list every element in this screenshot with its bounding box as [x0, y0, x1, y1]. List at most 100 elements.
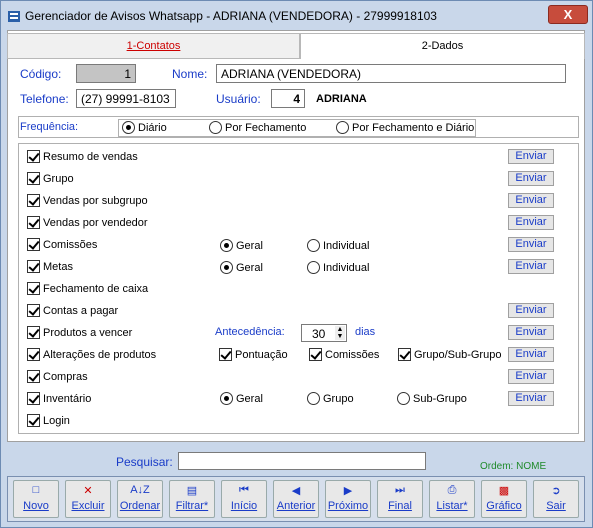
codigo-label: Código: [20, 67, 62, 81]
chk-resumo-vendas[interactable] [27, 150, 40, 163]
usuario-name: ADRIANA [316, 93, 367, 105]
chk-pontuacao[interactable] [219, 348, 232, 361]
spin-down-icon[interactable]: ▼ [335, 333, 345, 340]
chk-grupo-subgrupo[interactable] [398, 348, 411, 361]
enviar-compras-button[interactable]: Enviar [508, 369, 554, 384]
excluir-button[interactable]: ✕ Excluir [65, 480, 111, 518]
listar-button[interactable]: ⎙ Listar* [429, 480, 475, 518]
previous-icon: ◀ [291, 485, 301, 497]
nome-field[interactable]: ADRIANA (VENDEDORA) [216, 64, 566, 83]
enviar-subgrupo-button[interactable]: Enviar [508, 193, 554, 208]
inventario-label: Inventário [43, 393, 92, 405]
grupo-subgrupo-label: Grupo/Sub-Grupo [414, 349, 502, 361]
radio-metas-geral[interactable] [220, 261, 233, 274]
pontuacao-label: Pontuação [235, 349, 288, 361]
usuario-label: Usuário: [216, 92, 261, 106]
chk-login[interactable] [27, 414, 40, 427]
filter-icon: ▤ [186, 485, 198, 497]
final-button[interactable]: ⏭ Final [377, 480, 423, 518]
chk-compras[interactable] [27, 370, 40, 383]
radio-metas-individual[interactable] [307, 261, 320, 274]
proximo-button[interactable]: ▶ Próximo [325, 480, 371, 518]
enviar-resumo-button[interactable]: Enviar [508, 149, 554, 164]
radio-diario-label: Diário [138, 122, 167, 134]
radio-por-fechamento-label: Por Fechamento [225, 122, 307, 134]
telefone-label: Telefone: [20, 92, 69, 106]
exit-icon: ➲ [551, 485, 561, 497]
metas-geral-label: Geral [236, 262, 263, 274]
antecedencia-stepper[interactable]: 30 ▲ ▼ [301, 324, 347, 342]
anterior-button[interactable]: ◀ Anterior [273, 480, 319, 518]
spin-up-icon[interactable]: ▲ [335, 326, 345, 333]
grafico-button[interactable]: ▩ Gráfico [481, 480, 527, 518]
pesquisar-label: Pesquisar: [116, 455, 173, 469]
enviar-inventario-button[interactable]: Enviar [508, 391, 554, 406]
last-record-icon: ⏭ [395, 484, 405, 496]
compras-label: Compras [43, 371, 88, 383]
radio-por-fechamento[interactable] [209, 121, 222, 134]
radio-fechamento-diario[interactable] [336, 121, 349, 134]
codigo-field[interactable]: 1 [76, 64, 136, 83]
radio-comissoes-geral[interactable] [220, 239, 233, 252]
radio-inventario-subgrupo[interactable] [397, 392, 410, 405]
enviar-produtos-button[interactable]: Enviar [508, 325, 554, 340]
comissoes-label: Comissões [43, 239, 98, 251]
inventario-geral-label: Geral [236, 393, 263, 405]
metas-label: Metas [43, 261, 73, 273]
ordem-label: Ordem: NOME [480, 461, 547, 472]
chk-vendas-grupo[interactable] [27, 172, 40, 185]
radio-inventario-grupo[interactable] [307, 392, 320, 405]
novo-button[interactable]: □ Novo [13, 480, 59, 518]
nome-label: Nome: [172, 67, 208, 81]
chk-fechamento-caixa[interactable] [27, 282, 40, 295]
frequencia-label: Frequência: [20, 121, 79, 133]
chk-vendas-vendedor[interactable] [27, 216, 40, 229]
inventario-grupo-label: Grupo [323, 393, 354, 405]
chk-alteracoes-produtos[interactable] [27, 348, 40, 361]
comissoes-individual-label: Individual [323, 240, 370, 252]
tab-contatos[interactable]: 1-Contatos [7, 33, 300, 59]
radio-diario[interactable] [122, 121, 135, 134]
enviar-grupo-button[interactable]: Enviar [508, 171, 554, 186]
usuario-field[interactable]: 4 [271, 89, 305, 108]
sair-button[interactable]: ➲ Sair [533, 480, 579, 518]
close-button[interactable]: X [548, 5, 588, 24]
chk-inventario[interactable] [27, 392, 40, 405]
search-input[interactable] [178, 452, 426, 470]
alteracoes-comissoes-label: Comissões [325, 349, 380, 361]
sort-az-icon: A↓Z [130, 484, 150, 496]
vendas-grupo-label: Grupo [43, 173, 74, 185]
ordenar-button[interactable]: A↓Z Ordenar [117, 480, 163, 518]
filtrar-button[interactable]: ▤ Filtrar* [169, 480, 215, 518]
window-title: Gerenciador de Avisos Whatsapp - ADRIANA… [25, 9, 437, 23]
enviar-alteracoes-button[interactable]: Enviar [508, 347, 554, 362]
vendas-vendedor-label: Vendas por vendedor [43, 217, 148, 229]
first-record-icon: ⏮ [239, 484, 249, 496]
telefone-field[interactable]: (27) 99991-8103 [76, 89, 176, 108]
chk-metas[interactable] [27, 260, 40, 273]
app-icon [8, 11, 20, 22]
chk-comissoes[interactable] [27, 238, 40, 251]
login-label: Login [43, 415, 70, 427]
tab-strip: 1-Contatos 2-Dados [7, 33, 585, 59]
alteracoes-produtos-label: Alterações de produtos [43, 349, 157, 361]
radio-fechamento-diario-label: Por Fechamento e Diário [352, 122, 475, 134]
chk-contas-pagar[interactable] [27, 304, 40, 317]
enviar-contas-button[interactable]: Enviar [508, 303, 554, 318]
printer-icon: ⎙ [447, 484, 457, 496]
comissoes-geral-label: Geral [236, 240, 263, 252]
chk-vendas-subgrupo[interactable] [27, 194, 40, 207]
title-bar: Gerenciador de Avisos Whatsapp - ADRIANA… [1, 1, 592, 31]
radio-inventario-geral[interactable] [220, 392, 233, 405]
enviar-metas-button[interactable]: Enviar [508, 259, 554, 274]
enviar-vendedor-button[interactable]: Enviar [508, 215, 554, 230]
new-doc-icon: □ [32, 484, 40, 496]
radio-comissoes-individual[interactable] [307, 239, 320, 252]
inicio-button[interactable]: ⏮ Início [221, 480, 267, 518]
chart-icon: ▩ [498, 485, 510, 497]
produtos-vencer-label: Produtos a vencer [43, 327, 133, 339]
chk-produtos-vencer[interactable] [27, 326, 40, 339]
tab-dados[interactable]: 2-Dados [300, 33, 585, 59]
enviar-comissoes-button[interactable]: Enviar [508, 237, 554, 252]
chk-alteracoes-comissoes[interactable] [309, 348, 322, 361]
